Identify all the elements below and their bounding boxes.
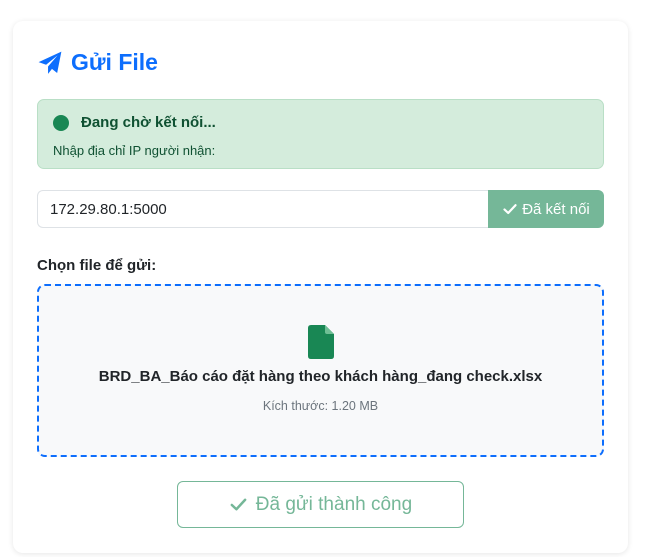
status-dot-icon (53, 114, 69, 131)
status-row: Đang chờ kết nối... (53, 114, 216, 131)
status-subtext: Nhập địa chỉ IP người nhận: (53, 143, 216, 158)
connect-button[interactable]: Đã kết nối (488, 190, 604, 228)
file-dropzone[interactable]: BRD_BA_Báo cáo đặt hàng theo khách hàng_… (37, 284, 604, 457)
file-select-label: Chọn file để gửi: (37, 257, 157, 274)
ip-address-input[interactable] (37, 190, 489, 228)
file-size: Kích thước: 1.20 MB (262, 399, 379, 413)
send-button[interactable]: Đã gửi thành công (177, 481, 464, 528)
page-title-text: Gửi File (71, 49, 158, 75)
send-button-label: Đã gửi thành công (255, 493, 413, 515)
file-name: BRD_BA_Báo cáo đặt hàng theo khách hàng_… (98, 368, 543, 385)
page-title: Gửi File (37, 49, 158, 76)
connect-button-label: Đã kết nối (522, 200, 590, 218)
send-file-card: Gửi File Đang chờ kết nối... Nhập địa ch… (13, 21, 628, 553)
connection-status-box: Đang chờ kết nối... Nhập địa chỉ IP ngườ… (37, 99, 604, 169)
file-icon (308, 325, 334, 359)
check-icon (229, 495, 248, 514)
paper-plane-icon (37, 50, 63, 76)
check-icon (502, 201, 518, 217)
status-text: Đang chờ kết nối... (81, 114, 216, 131)
